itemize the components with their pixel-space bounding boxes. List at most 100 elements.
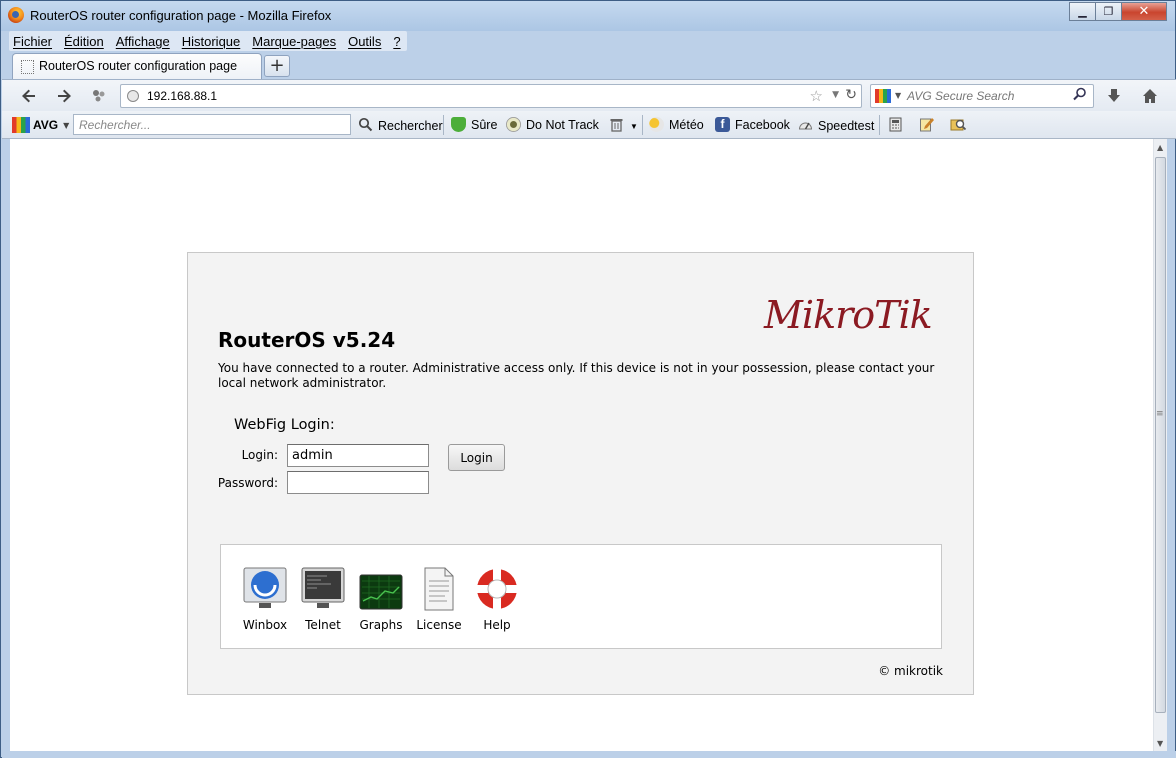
toolbar-separator xyxy=(879,115,880,135)
mikrotik-logo: MikroTik xyxy=(763,293,933,337)
facebook-button[interactable]: f Facebook xyxy=(715,117,790,132)
search-placeholder[interactable]: AVG Secure Search xyxy=(907,89,1014,103)
url-text[interactable]: 192.168.88.1 xyxy=(147,89,217,103)
navigation-bar: 192.168.88.1 ☆ ▼ ↻ ▼ AVG Secure Search xyxy=(2,79,1176,111)
menu-outils[interactable]: Outils xyxy=(348,34,381,49)
history-dropdown-icon[interactable]: ▼ xyxy=(832,90,839,100)
login-button[interactable]: Login xyxy=(448,444,505,471)
avg-search-button-label: Rechercher xyxy=(378,119,443,133)
weather-button[interactable]: Météo xyxy=(649,117,704,132)
notepad-icon[interactable] xyxy=(919,117,934,132)
facebook-label: Facebook xyxy=(735,117,790,132)
svg-text:MikroTik: MikroTik xyxy=(763,293,932,337)
calculator-icon[interactable] xyxy=(888,117,903,132)
toolbar-separator xyxy=(443,115,444,135)
telnet-link[interactable]: Telnet xyxy=(293,567,353,632)
winbox-link[interactable]: Winbox xyxy=(235,567,295,632)
telnet-label: Telnet xyxy=(305,618,341,632)
scroll-grip-icon: ≡ xyxy=(1156,409,1164,419)
site-identity-icon[interactable] xyxy=(90,87,108,105)
chevron-down-icon[interactable]: ▼ xyxy=(895,91,901,100)
browser-window: RouterOS router configuration page - Moz… xyxy=(0,0,1176,758)
shield-check-icon xyxy=(451,117,466,132)
avg-brand-label: AVG xyxy=(33,118,59,132)
help-icon xyxy=(475,567,519,611)
title-bar: RouterOS router configuration page - Moz… xyxy=(1,1,1175,31)
avg-search-button[interactable]: Rechercher xyxy=(358,117,443,135)
window-title: RouterOS router configuration page - Moz… xyxy=(30,8,332,23)
home-icon[interactable] xyxy=(1141,87,1159,105)
search-icon xyxy=(358,117,373,135)
do-not-track-label: Do Not Track xyxy=(526,117,599,132)
password-label: Password: xyxy=(217,476,278,490)
login-input[interactable] xyxy=(287,444,429,467)
avg-search-engine-icon[interactable] xyxy=(875,89,891,103)
back-arrow-icon[interactable] xyxy=(20,87,38,105)
forward-arrow-icon[interactable] xyxy=(55,87,73,105)
magnifier-folder-icon[interactable] xyxy=(950,117,967,132)
menu-edition[interactable]: Édition xyxy=(64,34,104,49)
graphs-link[interactable]: Graphs xyxy=(351,567,411,632)
menu-historique[interactable]: Historique xyxy=(182,34,241,49)
minimize-button[interactable]: ▁ xyxy=(1069,2,1096,21)
menu-fichier[interactable]: Fichier xyxy=(13,34,52,49)
winbox-label: Winbox xyxy=(242,618,288,632)
license-icon xyxy=(417,567,461,611)
weather-label: Météo xyxy=(669,117,704,132)
license-link[interactable]: License xyxy=(409,567,469,632)
chevron-down-icon: ▼ xyxy=(630,121,638,131)
license-label: License xyxy=(416,618,462,632)
telnet-icon xyxy=(301,567,345,611)
close-button[interactable]: ✕ xyxy=(1121,2,1167,21)
scroll-down-icon[interactable]: ▼ xyxy=(1157,739,1163,748)
chevron-down-icon: ▼ xyxy=(63,120,70,130)
trash-icon xyxy=(609,117,624,135)
help-link[interactable]: Help xyxy=(467,567,527,632)
winbox-icon xyxy=(243,567,287,611)
tools-panel: Winbox Telnet Graphs License Help xyxy=(220,544,942,649)
globe-icon xyxy=(127,90,139,102)
menu-affichage[interactable]: Affichage xyxy=(116,34,170,49)
menu-bar: Fichier Édition Affichage Historique Mar… xyxy=(9,31,407,51)
speedtest-label: Speedtest xyxy=(818,119,875,133)
search-icon[interactable] xyxy=(1073,87,1087,105)
firefox-icon[interactable] xyxy=(8,7,24,23)
avg-toolbar: AVG ▼ Rechercher... Rechercher Sûre Do N… xyxy=(2,111,1176,139)
avg-menu[interactable]: AVG ▼ xyxy=(12,117,69,133)
copyright-text: © mikrotik xyxy=(878,664,943,678)
menu-help[interactable]: ? xyxy=(393,34,400,49)
do-not-track-button[interactable]: Do Not Track xyxy=(506,117,599,132)
scrollbar-thumb[interactable] xyxy=(1155,157,1166,713)
toolbar-separator xyxy=(642,115,643,135)
search-bar[interactable]: ▼ AVG Secure Search xyxy=(870,84,1094,108)
speedometer-icon xyxy=(798,117,813,135)
avg-search-input[interactable]: Rechercher... xyxy=(73,114,351,135)
login-card: MikroTik RouterOS v5.24 You have connect… xyxy=(187,252,974,695)
reload-icon[interactable]: ↻ xyxy=(845,87,857,103)
trash-menu[interactable]: ▼ xyxy=(609,117,638,135)
weather-sun-cloud-icon xyxy=(649,117,664,132)
access-notice: You have connected to a router. Administ… xyxy=(218,361,935,390)
bookmark-star-icon[interactable]: ☆ xyxy=(810,87,823,105)
maximize-button[interactable]: ❐ xyxy=(1095,2,1122,21)
page-title: RouterOS v5.24 xyxy=(218,328,396,352)
address-bar[interactable]: 192.168.88.1 ☆ ▼ ↻ xyxy=(120,84,862,108)
facebook-icon: f xyxy=(715,117,730,132)
page-icon xyxy=(21,60,34,74)
tab-routeros[interactable]: RouterOS router configuration page xyxy=(12,53,262,79)
vertical-scrollbar[interactable]: ▲ ≡ ▼ xyxy=(1153,139,1167,751)
speedtest-button[interactable]: Speedtest xyxy=(798,117,874,135)
login-section-title: WebFig Login: xyxy=(234,417,335,433)
password-input[interactable] xyxy=(287,471,429,494)
avg-logo-icon xyxy=(12,117,30,133)
graphs-icon xyxy=(359,567,403,611)
menu-marque-pages[interactable]: Marque-pages xyxy=(252,34,336,49)
scroll-up-icon[interactable]: ▲ xyxy=(1157,143,1163,152)
login-label: Login: xyxy=(241,448,278,462)
window-bottom-frame xyxy=(2,751,1176,758)
help-label: Help xyxy=(483,618,511,632)
download-icon[interactable] xyxy=(1105,87,1123,105)
safe-button[interactable]: Sûre xyxy=(451,117,497,132)
new-tab-button[interactable]: + xyxy=(264,55,290,77)
graphs-label: Graphs xyxy=(359,618,403,632)
